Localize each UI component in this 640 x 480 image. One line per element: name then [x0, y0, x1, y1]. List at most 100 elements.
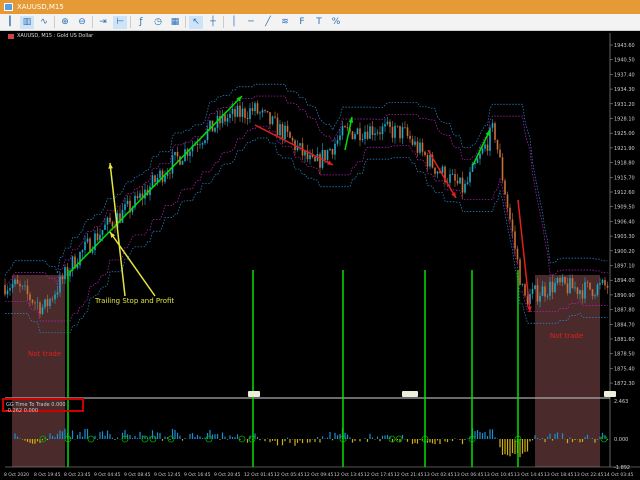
indicators-icon[interactable]: ƒ	[134, 16, 148, 29]
time-tick-label: 13 Oct 18:45	[544, 472, 573, 478]
candle-body	[101, 229, 104, 235]
toolbar-separator	[223, 16, 224, 28]
price-tick-label: 1900.20	[614, 249, 635, 255]
periods-icon[interactable]: ◷	[151, 16, 165, 29]
candle-body	[164, 175, 166, 182]
candle-body	[546, 295, 549, 297]
candle-body	[424, 151, 426, 156]
candle-body	[14, 279, 16, 285]
candle-body	[26, 285, 29, 295]
candle-body	[254, 103, 256, 112]
channel-icon[interactable]: ≋	[278, 16, 292, 29]
candle-body	[604, 279, 606, 286]
shapes-icon[interactable]: %	[329, 16, 343, 29]
candle-body	[564, 277, 566, 284]
candle-body	[36, 302, 39, 304]
toolbar: ┃ ▥ ∿ ⊕ ⊖ ⇥ ⊢ ƒ ◷ ▦ ↖ ┼ │ ─ ╱ ≋ F T%	[0, 14, 640, 31]
time-tick-label: 9 Oct 04:45	[94, 472, 121, 478]
fibo-icon[interactable]: F	[295, 16, 309, 29]
candle-body	[106, 217, 109, 225]
candle-body	[386, 121, 389, 125]
candle-body	[336, 140, 339, 144]
candle-body	[59, 276, 61, 293]
price-tick-label: 1931.20	[614, 102, 635, 108]
candle-body	[264, 110, 266, 112]
autoscroll-icon[interactable]: ⇥	[96, 16, 110, 29]
candle-body	[151, 175, 154, 187]
cursor-icon[interactable]: ↖	[189, 15, 203, 29]
candle-body	[341, 126, 344, 136]
zoom-in-icon[interactable]: ⊕	[58, 16, 72, 29]
time-tick-label: 8 Oct 2020	[4, 472, 29, 478]
candle-body	[599, 283, 601, 285]
line-chart-icon[interactable]: ∿	[37, 16, 51, 29]
candle-body	[459, 177, 461, 184]
candle-body	[454, 174, 456, 181]
candle-body	[461, 177, 464, 193]
candle-body	[369, 126, 371, 139]
candle-body	[384, 124, 386, 127]
crosshair-icon[interactable]: ┼	[206, 16, 220, 29]
candle-body	[201, 143, 204, 145]
candle-body	[404, 127, 406, 128]
price-tick-label: 1943.60	[614, 43, 635, 49]
candle-body	[541, 286, 544, 296]
candle-body	[606, 285, 609, 288]
candle-body	[346, 127, 349, 129]
indicator-label: GG Time To Trade 0.000 -0.262 0.000	[2, 398, 84, 414]
candle-body	[584, 282, 586, 299]
candle-body	[449, 174, 451, 183]
candle-body	[519, 259, 521, 285]
candle-body	[421, 142, 424, 152]
candle-body	[329, 149, 331, 151]
candle-body	[64, 267, 66, 280]
candle-body	[229, 113, 231, 118]
candle-body	[366, 131, 369, 139]
candle-body	[241, 108, 244, 117]
time-tick-label: 9 Oct 08:45	[124, 472, 151, 478]
candle-body	[391, 126, 394, 138]
candle-body	[364, 131, 366, 139]
time-tick-label: 9 Oct 16:45	[184, 472, 211, 478]
candle-body	[514, 231, 516, 249]
horizontal-line-icon[interactable]: ─	[244, 16, 258, 29]
chart-shift-icon[interactable]: ⊢	[113, 15, 127, 29]
candle-body	[281, 124, 284, 140]
window-icon	[4, 3, 13, 11]
candle-body	[171, 155, 174, 174]
text-icon[interactable]: T	[312, 16, 326, 29]
candle-body	[176, 151, 179, 157]
candle-body	[246, 117, 249, 120]
candle-body	[511, 219, 514, 232]
candle-body	[469, 171, 471, 183]
templates-icon[interactable]: ▦	[168, 16, 182, 29]
toolbar-separator	[130, 16, 131, 28]
candle-body	[256, 103, 259, 114]
toolbar-separator	[54, 16, 55, 28]
time-tick-label: 13 Oct 22:45	[574, 472, 603, 478]
candle-body	[289, 131, 291, 138]
candle-body	[109, 217, 111, 223]
candle-body	[259, 112, 261, 114]
candle-body	[6, 290, 9, 295]
time-tick-label: 13 Oct 14:45	[514, 472, 543, 478]
candle-body	[566, 283, 569, 294]
candle-body	[571, 278, 574, 289]
candle-body	[56, 292, 59, 295]
price-tick-label: 1890.90	[614, 293, 635, 299]
candle-body	[451, 174, 454, 175]
candle-body	[279, 124, 281, 136]
candle-body	[464, 183, 466, 193]
time-tick-label: 12 Oct 13:45	[334, 472, 363, 478]
not-trade-label: Not trade	[28, 350, 62, 358]
candle-body	[99, 234, 101, 241]
price-chart[interactable]: 1943.60 1940.50 1937.40 1934.30 1931.20 1928.…	[0, 31, 640, 480]
trendline-icon[interactable]: ╱	[261, 16, 275, 29]
zoom-out-icon[interactable]: ⊖	[75, 16, 89, 29]
candle-body	[19, 283, 21, 287]
candle-body	[361, 138, 364, 141]
candle-body	[226, 117, 229, 122]
candles-icon[interactable]: ▥	[20, 15, 34, 29]
bar-chart-icon[interactable]: ┃	[3, 16, 17, 29]
vertical-line-icon[interactable]: │	[227, 16, 241, 29]
